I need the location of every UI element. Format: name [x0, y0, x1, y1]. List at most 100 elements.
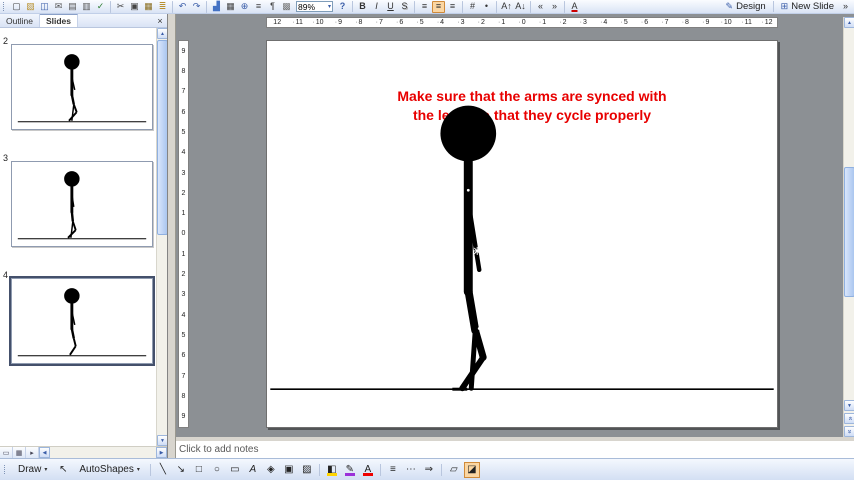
scroll-down-icon[interactable]: ▼	[844, 400, 854, 411]
align-left-button[interactable]: ≡	[418, 1, 431, 13]
increase-indent-button[interactable]: »	[548, 1, 561, 13]
decrease-indent-button[interactable]: «	[534, 1, 547, 13]
slide-thumbnail-4[interactable]	[9, 276, 155, 366]
clip-art-button[interactable]: ▣	[281, 462, 297, 478]
normal-view-button[interactable]: ▭	[0, 447, 13, 458]
new-slide-button[interactable]: ⊞ New Slide	[777, 0, 838, 13]
ruler-number: 10	[308, 19, 328, 26]
scroll-up-icon[interactable]: ▲	[157, 28, 167, 39]
toolbar-grip[interactable]	[4, 465, 7, 474]
insert-picture-button[interactable]: ▨	[299, 462, 315, 478]
tab-outline[interactable]: Outline	[0, 14, 40, 27]
line-style-button[interactable]: ≡	[385, 462, 401, 478]
scroll-right-icon[interactable]: ▶	[156, 447, 167, 458]
show-grid-icon[interactable]: ▩	[280, 1, 293, 13]
tab-slides[interactable]: Slides	[39, 14, 78, 27]
slide-thumbnail-2[interactable]	[11, 44, 153, 130]
diagram-button[interactable]: ◈	[263, 462, 279, 478]
paste-icon[interactable]: ▦	[142, 1, 155, 13]
chevron-down-icon[interactable]: ▾	[328, 3, 331, 10]
new-icon[interactable]: ▢	[10, 1, 23, 13]
insert-chart-icon[interactable]: ▟	[210, 1, 223, 13]
font-color-button[interactable]: A	[568, 1, 581, 13]
line-color-button[interactable]: ✎	[342, 462, 358, 478]
slide-sorter-view-button[interactable]: ▦	[13, 447, 26, 458]
separator	[318, 463, 320, 476]
design-icon: ✎	[725, 1, 734, 11]
ruler-number: 4	[181, 311, 186, 319]
insert-hyperlink-icon[interactable]: ⊕	[238, 1, 251, 13]
undo-icon[interactable]: ↶	[176, 1, 189, 13]
stick-figure[interactable]	[267, 41, 777, 427]
expand-all-icon[interactable]: ≡	[252, 1, 265, 13]
toolbar-options-icon[interactable]: »	[839, 1, 852, 13]
select-objects-button[interactable]: ↖	[55, 462, 71, 478]
slide-thumbnails-area: 2 3 4 ▲ ▼	[0, 28, 167, 446]
pane-splitter[interactable]	[168, 14, 176, 458]
print-preview-icon[interactable]: ▥	[80, 1, 93, 13]
decrease-font-button[interactable]: A↓	[514, 1, 527, 13]
separator	[352, 1, 353, 12]
show-formatting-icon[interactable]: ¶	[266, 1, 279, 13]
chevron-down-icon: ▾	[44, 467, 48, 473]
3d-style-button[interactable]: ◪	[463, 461, 480, 478]
print-icon[interactable]: ▤	[66, 1, 79, 13]
increase-font-button[interactable]: A↑	[500, 1, 513, 13]
align-center-button[interactable]: ≡	[432, 0, 445, 13]
view-buttons: ▭ ▦ ▸	[0, 447, 39, 458]
wordart-button[interactable]: A	[245, 462, 261, 478]
slideshow-button[interactable]: ▸	[26, 447, 39, 458]
email-icon[interactable]: ✉	[52, 1, 65, 13]
align-right-button[interactable]: ≡	[446, 1, 459, 13]
format-painter-icon[interactable]: ≣	[156, 1, 169, 13]
close-icon[interactable]: ×	[153, 14, 167, 27]
notes-pane[interactable]: Click to add notes	[176, 437, 854, 458]
slide-thumbnail-3[interactable]	[11, 161, 153, 247]
scroll-down-icon[interactable]: ▼	[157, 435, 167, 446]
toolbar-grip[interactable]	[3, 2, 6, 11]
save-icon[interactable]: ◫	[38, 1, 51, 13]
shadow-style-button[interactable]: ▱	[446, 462, 462, 478]
spelling-icon[interactable]: ✓	[94, 1, 107, 13]
next-slide-button[interactable]: «	[844, 426, 854, 437]
dash-style-button[interactable]: ⋯	[403, 462, 419, 478]
bullets-button[interactable]: •	[480, 1, 493, 13]
draw-menu-button[interactable]: Draw ▾	[12, 461, 53, 478]
zoom-combobox[interactable]: 89% ▾	[296, 1, 333, 12]
scrollbar-thumb[interactable]	[844, 167, 854, 297]
design-button[interactable]: ✎ Design	[722, 0, 770, 13]
slide-canvas[interactable]: Make sure that the arms are synced with …	[266, 40, 778, 428]
oval-button[interactable]: ○	[209, 462, 225, 478]
text-box-button[interactable]: ▭	[227, 462, 243, 478]
open-icon[interactable]: ▧	[24, 1, 37, 13]
help-icon[interactable]: ?	[336, 1, 349, 13]
italic-button[interactable]: I	[370, 1, 383, 13]
separator	[462, 0, 463, 13]
editor-vscrollbar[interactable]: ▲ ▼ « «	[843, 17, 854, 437]
scroll-left-icon[interactable]: ◀	[39, 447, 50, 458]
redo-icon[interactable]: ↷	[190, 1, 203, 13]
line-button[interactable]: ╲	[155, 462, 171, 478]
slides-pane-vscrollbar[interactable]: ▲ ▼	[156, 28, 167, 446]
bold-button[interactable]: B	[356, 1, 369, 13]
cut-icon[interactable]: ✂	[114, 1, 127, 13]
copy-icon[interactable]: ▣	[128, 1, 141, 13]
arrow-button[interactable]: ↘	[173, 462, 189, 478]
numbering-button[interactable]: #	[466, 1, 479, 13]
underline-button[interactable]: U	[384, 1, 397, 13]
ruler-number: 8	[181, 67, 186, 75]
arrow-style-button[interactable]: ⇒	[421, 462, 437, 478]
rectangle-button[interactable]: □	[191, 462, 207, 478]
scroll-up-icon[interactable]: ▲	[844, 17, 854, 28]
insert-table-icon[interactable]: ▦	[224, 1, 237, 13]
ruler-number: 4	[430, 19, 450, 26]
autoshapes-menu-button[interactable]: AutoShapes ▾	[73, 461, 146, 478]
slides-pane-hscrollbar[interactable]: ◀ ▶	[39, 447, 167, 458]
fill-color-button[interactable]: ◧	[324, 462, 340, 478]
shadow-button[interactable]: S	[398, 1, 411, 13]
font-color-draw-button[interactable]: A	[360, 462, 376, 478]
scrollbar-thumb[interactable]	[157, 40, 167, 235]
previous-slide-button[interactable]: «	[844, 413, 854, 424]
scrollbar-track[interactable]	[50, 447, 156, 458]
ruler-number: 5	[410, 19, 430, 26]
